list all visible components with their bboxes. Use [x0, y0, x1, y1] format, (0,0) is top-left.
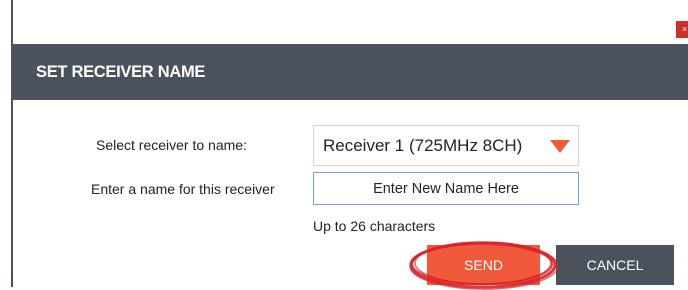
send-button[interactable]: SEND: [427, 245, 540, 285]
set-receiver-name-dialog: × SET RECEIVER NAME Select receiver to n…: [0, 0, 688, 290]
receiver-name-label: Enter a name for this receiver: [91, 181, 275, 197]
cancel-button[interactable]: CANCEL: [556, 245, 674, 285]
receiver-select[interactable]: Receiver 1 (725MHz 8CH): [313, 125, 579, 166]
select-receiver-label: Select receiver to name:: [96, 137, 247, 153]
name-length-hint: Up to 26 characters: [313, 218, 436, 234]
dialog-header: SET RECEIVER NAME: [13, 44, 688, 100]
receiver-select-value: Receiver 1 (725MHz 8CH): [323, 136, 523, 155]
dialog-title: SET RECEIVER NAME: [36, 63, 206, 81]
close-icon[interactable]: ×: [676, 21, 688, 38]
caret-down-icon: [550, 140, 570, 153]
receiver-name-input[interactable]: [313, 172, 579, 205]
